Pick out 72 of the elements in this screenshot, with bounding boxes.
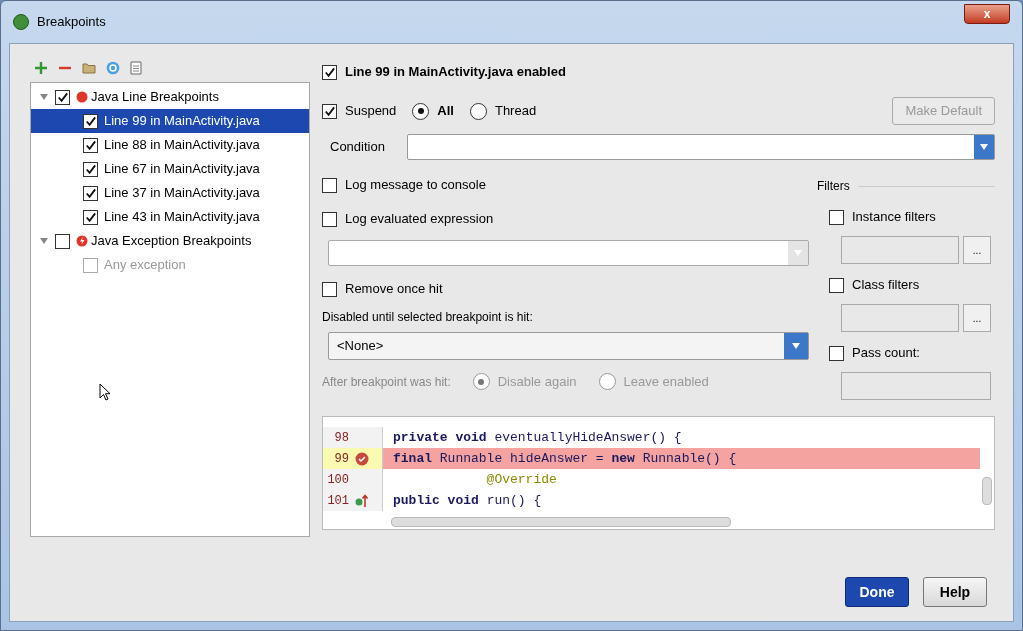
- radio-button[interactable]: [412, 102, 430, 120]
- line-number: 98: [333, 429, 349, 447]
- filter-field[interactable]: [841, 304, 959, 332]
- tree-row[interactable]: Line 88 in MainActivity.java: [31, 133, 309, 157]
- radio-label: Disable again: [497, 373, 577, 391]
- condition-label: Condition: [330, 138, 385, 157]
- checkbox[interactable]: [829, 345, 844, 361]
- checkbox[interactable]: [83, 113, 98, 129]
- checkbox[interactable]: [55, 233, 70, 249]
- code-line: public void run() {: [392, 491, 543, 510]
- after-hit-label: After breakpoint was hit:: [322, 373, 451, 391]
- checkbox-label: Log evaluated expression: [345, 210, 494, 229]
- checkbox[interactable]: [322, 281, 337, 297]
- checkbox[interactable]: [83, 161, 98, 177]
- checkbox[interactable]: [322, 103, 337, 119]
- checkbox-label: Class filters: [852, 276, 920, 295]
- checkbox[interactable]: [83, 209, 98, 225]
- done-button[interactable]: Done: [845, 577, 909, 607]
- expanded-arrow-icon[interactable]: [39, 237, 49, 245]
- line-number: 100: [326, 471, 349, 489]
- checkbox-label: Instance filters: [852, 208, 936, 227]
- checkbox-label: Pass count:: [852, 344, 920, 363]
- line-number: 101: [326, 492, 349, 510]
- checkbox[interactable]: [829, 209, 844, 225]
- help-button[interactable]: Help: [923, 577, 987, 607]
- breakpoint-dot-icon: [76, 91, 88, 103]
- tree-row[interactable]: Line 43 in MainActivity.java: [31, 205, 309, 229]
- filter-field[interactable]: [841, 372, 991, 400]
- folder-icon[interactable]: [82, 62, 96, 74]
- checkbox[interactable]: [322, 177, 337, 193]
- checkbox[interactable]: [83, 185, 98, 201]
- document-icon[interactable]: [130, 61, 142, 75]
- horizontal-scrollbar[interactable]: [391, 517, 731, 527]
- tree-row[interactable]: Java Line Breakpoints: [31, 85, 309, 109]
- radio-label: Thread: [494, 102, 537, 121]
- vertical-scrollbar[interactable]: [982, 477, 992, 505]
- mouse-pointer-icon: [99, 383, 111, 401]
- app-icon: [13, 14, 29, 30]
- lightning-dot-icon: [76, 235, 88, 247]
- checkbox[interactable]: [829, 277, 844, 293]
- checkbox-label: Suspend: [345, 102, 397, 121]
- class-icon[interactable]: [106, 61, 120, 75]
- radio-button[interactable]: [469, 102, 487, 120]
- add-icon[interactable]: [34, 61, 48, 75]
- filters-heading: Filters: [817, 178, 850, 195]
- radio-label: Leave enabled: [623, 373, 709, 391]
- checkbox[interactable]: [322, 211, 337, 227]
- checkbox[interactable]: [55, 89, 70, 105]
- breakpoint-dropdown[interactable]: <None>: [328, 332, 809, 360]
- disabled-until-label: Disabled until selected breakpoint is hit:: [322, 309, 534, 326]
- code-line: private void eventuallyHideAnswer() {: [392, 428, 683, 447]
- radio-label: All: [437, 102, 454, 121]
- checkbox[interactable]: [83, 137, 98, 153]
- expanded-arrow-icon[interactable]: [39, 93, 49, 101]
- radio-button[interactable]: [472, 373, 490, 391]
- tree-row[interactable]: Java Exception Breakpoints: [31, 229, 309, 253]
- tree-row[interactable]: Line 67 in MainActivity.java: [31, 157, 309, 181]
- tree-row[interactable]: Line 37 in MainActivity.java: [31, 181, 309, 205]
- checkbox[interactable]: [322, 64, 337, 80]
- checkbox-label: Log message to console: [345, 176, 486, 195]
- filter-field[interactable]: [841, 236, 959, 264]
- checkbox-label: Remove once hit: [345, 280, 443, 299]
- radio-button[interactable]: [598, 373, 616, 391]
- browse-button[interactable]: ...: [963, 304, 991, 332]
- condition-field[interactable]: [406, 134, 995, 160]
- browse-button[interactable]: ...: [963, 236, 991, 264]
- tree-row[interactable]: Line 99 in MainActivity.java: [31, 109, 309, 133]
- line-number: 99: [333, 450, 349, 468]
- checkbox-label: Line 99 in MainActivity.java enabled: [345, 63, 566, 82]
- code-line: @Override: [485, 470, 558, 489]
- window-title: Breakpoints: [37, 13, 106, 32]
- expression-field[interactable]: [328, 240, 809, 266]
